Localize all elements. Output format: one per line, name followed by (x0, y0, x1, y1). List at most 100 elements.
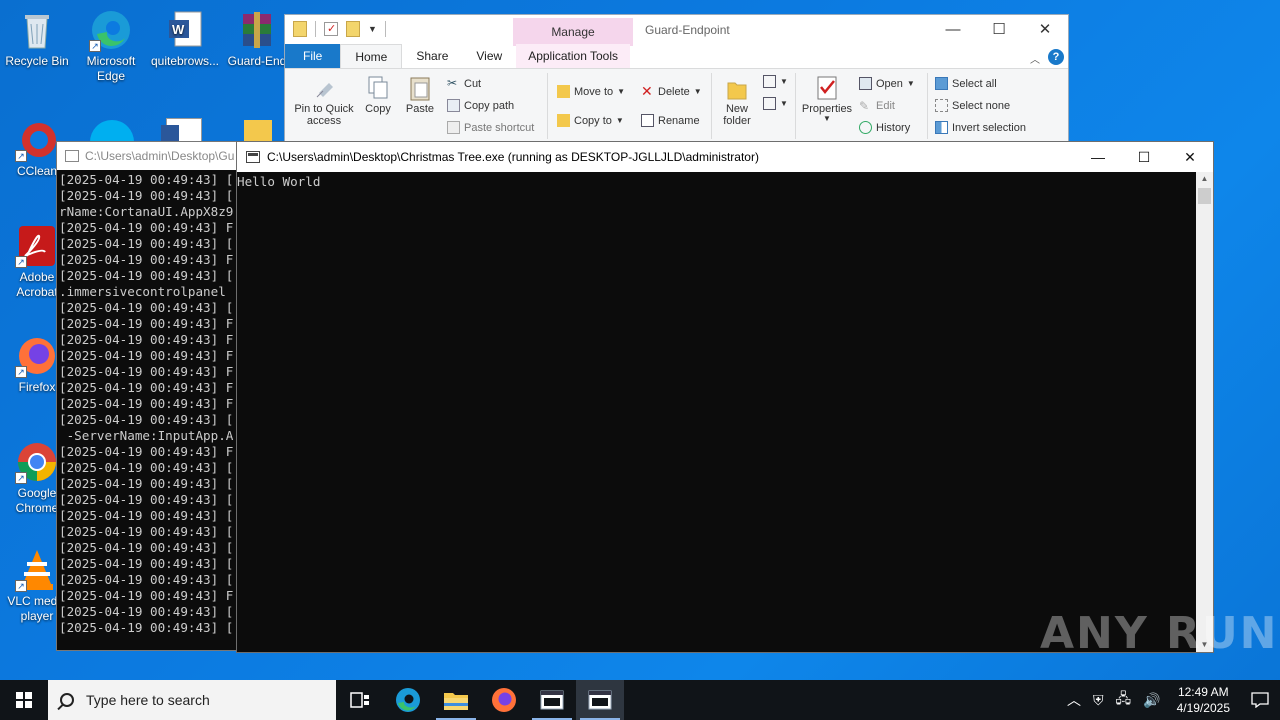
winrar-archive-icon (235, 8, 279, 52)
taskbar-firefox[interactable] (480, 680, 528, 720)
taskbar-file-explorer[interactable] (432, 680, 480, 720)
maximize-button[interactable]: ☐ (1121, 142, 1167, 172)
scroll-up-arrow-icon[interactable]: ▲ (1196, 172, 1213, 186)
copy-path-icon (447, 99, 460, 112)
tab-application-tools[interactable]: Application Tools (516, 44, 631, 68)
console-back-title-bar[interactable]: C:\Users\admin\Desktop\Gu (57, 142, 255, 170)
desktop-icon-label: Adobe Acrobat (16, 270, 58, 299)
console-line: [2025-04-19 00:49:43] [ (59, 460, 234, 475)
desktop-icon-label: Recycle Bin (5, 54, 69, 68)
tab-share[interactable]: Share (402, 44, 462, 68)
console-back-title: C:\Users\admin\Desktop\Gu (85, 149, 235, 163)
console-front-body[interactable]: Hello World ▲ ▼ (237, 172, 1213, 652)
console-line: [2025-04-19 00:49:43] [ (59, 508, 234, 523)
tab-view[interactable]: View (462, 44, 516, 68)
desktop-icon-guard[interactable]: Guard-End (222, 8, 292, 69)
firefox-icon (492, 688, 516, 712)
folder-icon[interactable] (293, 21, 307, 37)
cut-label: Cut (464, 77, 482, 90)
console-window-background[interactable]: C:\Users\admin\Desktop\Gu [2025-04-19 00… (56, 141, 256, 651)
clock-date: 4/19/2025 (1176, 701, 1230, 715)
select-none-button[interactable]: Select none (935, 99, 1010, 112)
volume-icon[interactable]: 🔊 (1137, 692, 1166, 709)
explorer-window-title: Guard-Endpoint (645, 23, 730, 37)
new-folder-button[interactable]: New folder (717, 75, 757, 127)
scrollbar-thumb[interactable] (1198, 188, 1211, 204)
close-button[interactable]: ✕ (1022, 15, 1068, 45)
console-front-output: Hello World (237, 174, 321, 189)
cut-button[interactable]: ✂ Cut (447, 77, 481, 90)
maximize-button[interactable]: ☐ (976, 15, 1022, 45)
pin-label: Pin to Quick access (294, 103, 354, 127)
taskbar-console-2[interactable] (576, 680, 624, 720)
console-line: [2025-04-19 00:49:43] [ (59, 556, 234, 571)
pin-to-quick-access-button[interactable]: Pin to Quick access (291, 75, 357, 127)
rename-button[interactable]: Rename (641, 114, 700, 127)
console-front-title-bar[interactable]: C:\Users\admin\Desktop\Christmas Tree.ex… (237, 142, 1213, 172)
manage-contextual-tab[interactable]: Manage (513, 18, 633, 46)
dropdown-caret-icon: ▼ (617, 87, 626, 96)
new-folder-icon[interactable] (346, 21, 360, 37)
select-all-button[interactable]: Select all (935, 77, 997, 90)
taskbar-edge[interactable] (384, 680, 432, 720)
invert-selection-label: Invert selection (952, 121, 1026, 134)
open-button[interactable]: Open ▼ (859, 77, 915, 90)
tab-file[interactable]: File (285, 44, 341, 68)
show-hidden-icons-chevron-icon[interactable]: ︿ (1061, 690, 1087, 710)
quick-access-toolbar: ✓ ▼ (293, 21, 386, 37)
console-line: [2025-04-19 00:49:43] [ (59, 572, 234, 587)
file-explorer-icon (444, 693, 468, 710)
move-to-button[interactable]: Move to ▼ (557, 85, 625, 98)
desktop-icon-word-doc[interactable]: W quitebrows... (149, 8, 221, 69)
select-none-label: Select none (952, 99, 1011, 112)
file-explorer-window[interactable]: ✓ ▼ Manage Guard-Endpoint — ☐ ✕ File Hom… (284, 14, 1069, 144)
desktop-icon-recycle-bin[interactable]: Recycle Bin (1, 8, 73, 69)
invert-selection-button[interactable]: Invert selection (935, 121, 1026, 134)
minimize-button[interactable]: — (1075, 142, 1121, 172)
ccleaner-icon: ↗ (15, 118, 59, 162)
desktop-icon-label: Google Chrome (15, 486, 59, 515)
edge-icon: ↗ (89, 8, 133, 52)
vertical-scrollbar[interactable]: ▲ ▼ (1196, 172, 1213, 652)
properties-check-icon[interactable]: ✓ (324, 22, 338, 36)
minimize-button[interactable]: — (930, 15, 976, 45)
collapse-ribbon-icon[interactable]: ︿ (1030, 51, 1040, 66)
dropdown-caret-icon: ▼ (780, 77, 788, 86)
notification-center-button[interactable] (1240, 692, 1280, 708)
explorer-title-bar[interactable]: ✓ ▼ Manage Guard-Endpoint — ☐ ✕ (285, 15, 1068, 46)
security-shield-icon[interactable]: ⛨ (1087, 692, 1110, 709)
new-item-button[interactable]: ▼ (763, 75, 788, 88)
paste-shortcut-button[interactable]: Paste shortcut (447, 121, 534, 134)
properties-button[interactable]: Properties ▼ (799, 75, 855, 123)
start-button[interactable] (0, 680, 48, 720)
select-all-icon (935, 77, 948, 90)
taskbar-search-box[interactable]: Type here to search (48, 680, 336, 720)
console-line: [2025-04-19 00:49:43] [ (59, 300, 234, 315)
delete-label: Delete (658, 85, 690, 98)
taskbar-console-1[interactable] (528, 680, 576, 720)
close-button[interactable]: ✕ (1167, 142, 1213, 172)
dropdown-caret-icon: ▼ (693, 87, 702, 96)
history-button[interactable]: History (859, 121, 910, 134)
task-view-button[interactable] (336, 680, 384, 720)
copy-path-button[interactable]: Copy path (447, 99, 514, 112)
paste-button[interactable]: Paste (403, 75, 437, 115)
taskbar-clock[interactable]: 12:49 AM 4/19/2025 (1167, 684, 1240, 716)
copy-button[interactable]: Copy (361, 75, 395, 115)
help-icon[interactable]: ? (1048, 49, 1064, 65)
console-window-christmas-tree[interactable]: C:\Users\admin\Desktop\Christmas Tree.ex… (236, 141, 1214, 653)
ribbon-tabs: File Home Share View Application Tools ︿… (285, 44, 1068, 69)
network-icon[interactable]: 🖧 (1110, 688, 1138, 712)
customize-qa-dropdown-icon[interactable]: ▼ (368, 24, 377, 34)
desktop-icon-label: CClean (16, 164, 58, 178)
desktop-icon-folder-partial[interactable] (244, 120, 272, 142)
tab-home[interactable]: Home (340, 44, 403, 68)
desktop-icon-edge[interactable]: ↗ Microsoft Edge (75, 8, 147, 84)
edit-button[interactable]: ✎ Edit (859, 99, 895, 113)
edit-label: Edit (876, 99, 895, 112)
easy-access-button[interactable]: ▼ (763, 97, 788, 110)
task-view-icon (350, 692, 369, 708)
console-line: [2025-04-19 00:49:43] [ (59, 476, 234, 491)
copy-to-button[interactable]: Copy to ▼ (557, 114, 624, 127)
delete-button[interactable]: ✕ Delete ▼ (641, 84, 702, 98)
